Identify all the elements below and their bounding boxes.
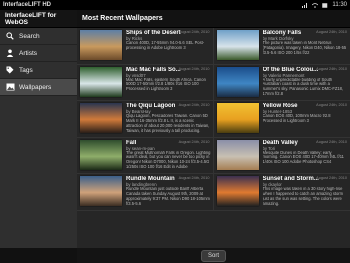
person-icon [6,49,14,57]
wallpaper-date: August 24th, 2010 [316,103,347,107]
wallpaper-item[interactable]: Of the Blue Colou... by Valerio Pannemont… [213,65,350,101]
wallpaper-item[interactable]: Sunset and Storm... by ckaylor This image … [213,174,350,211]
sidebar-footer [0,248,77,263]
wallpaper-thumbnail[interactable] [216,30,259,60]
wallpaper-date: August 24th, 2010 [178,30,210,34]
sidebar-item-wallpapers[interactable]: Wallpapers [0,79,77,96]
wallpaper-thumbnail[interactable] [80,66,122,97]
wallpaper-item[interactable]: The Qiqu Lagoon by BearsHay Qiqu Lagoon, P… [77,101,214,138]
sidebar-item-label: Wallpapers [19,83,52,91]
wallpaper-description: Mesquite Dunes in Death Valley; early mo… [262,150,344,165]
sidebar: InterfaceLIFT for WebOS Search Artists T… [0,10,77,263]
wallpaper-date: August 24th, 2010 [178,103,210,107]
wallpaper-thumbnail[interactable] [80,103,122,133]
wallpaper-date: August 24th, 2010 [316,176,347,180]
signal-icon [302,2,308,8]
wallpaper-item[interactable]: Rundle Mountain by landingbrenn Rundle Mou… [77,174,214,211]
wallpaper-description: This image was taken in a 30 story high-… [262,187,344,206]
wallpaper-thumbnail[interactable] [80,176,122,206]
wallpaper-description: Mac Mac Falls, eastern South Africa. Can… [126,77,206,92]
wallpaper-item[interactable]: Mac Mac Falls So... by vnsd07 Mac Mac Fall… [77,64,214,101]
page-title: Most Recent Wallpapers [77,10,350,28]
status-app-name: InterfaceLIFT HD [3,2,52,8]
wallpaper-item[interactable]: Yellow Rose by Hunter-1853 Canon EOS 40D, … [213,101,350,138]
wallpaper-item[interactable]: Fall by sean-m-pan The great Multnomah Fal… [77,137,214,174]
wallpaper-date: August 24th, 2010 [316,30,347,34]
sort-button[interactable]: Sort [200,249,226,262]
wallpaper-description: The great Multnomah Falls in Oregon. Lig… [126,150,211,170]
wallpaper-thumbnail[interactable] [216,103,259,133]
wallpaper-list[interactable]: Ships of the Desert by Ricks Canon 400D, 1… [77,28,350,248]
wallpaper-thumbnail[interactable] [216,176,259,206]
status-time: 11:30 [332,2,347,8]
wallpaper-date: August 24th, 2010 [178,139,210,144]
wallpaper-date: August 24th, 2010 [178,66,210,71]
wallpaper-date: August 24th, 2010 [178,176,210,180]
wallpaper-description: Qiqu Lagoon, Pescadores Taiwan. Canon 5D… [126,114,210,133]
wallpaper-item[interactable]: Balcony Falls by Mark Dorfsky The picture … [213,28,350,65]
wallpaper-description: Rundle Mountain just outside Banff Alber… [126,187,210,206]
bottom-toolbar: Sort [77,248,350,263]
wallpaper-description: Canon 400D, 17-55mm f/4.0-5.6 SEL Post-p… [126,41,205,50]
sidebar-title: InterfaceLIFT for WebOS [0,10,77,28]
sidebar-item-artists[interactable]: Artists [0,45,77,62]
main-panel: Most Recent Wallpapers Ships of the Dese… [77,10,350,263]
image-icon [6,83,14,91]
wallpaper-thumbnail[interactable] [216,139,259,170]
wallpaper-item[interactable]: Death Valley by Tori Mesquite Dunes in Dea… [213,138,350,174]
sidebar-item-label: Search [19,32,40,40]
sidebar-item-tags[interactable]: Tags [0,62,77,79]
search-icon [6,32,14,40]
sidebar-item-label: Tags [19,66,33,74]
wallpaper-description: Canon EOS 40D, 100mm Macro f/2.8 Process… [262,114,331,123]
wallpaper-date: August 24th, 2010 [316,139,347,144]
wallpaper-thumbnail[interactable] [80,139,122,170]
app-screen: InterfaceLIFT HD 11:30 InterfaceLIFT for… [0,0,350,263]
wallpaper-thumbnail[interactable] [216,66,259,97]
battery-icon [322,2,328,8]
wallpaper-description: The picture was taken in Mont Nebrus (Pa… [262,41,347,55]
sidebar-item-label: Artists [19,49,38,57]
tag-icon [6,66,14,74]
status-bar: InterfaceLIFT HD 11:30 [0,0,350,10]
wallpaper-thumbnail[interactable] [80,30,122,60]
sidebar-item-search[interactable]: Search [0,28,77,45]
wallpaper-item[interactable]: Ships of the Desert by Ricks Canon 400D, 1… [77,28,214,65]
wallpaper-description: A fairly unpredictable building of South… [262,77,344,97]
wallpaper-date: August 24th, 2010 [316,66,347,71]
wifi-icon [312,2,319,8]
